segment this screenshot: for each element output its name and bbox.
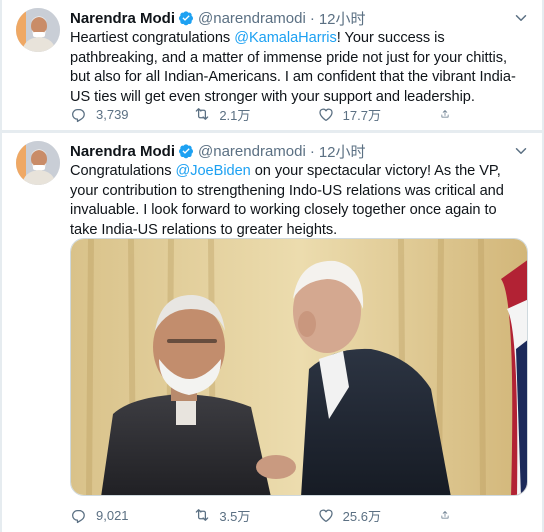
author-name[interactable]: Narendra Modi (70, 10, 175, 27)
mention-link[interactable]: @JoeBiden (175, 163, 250, 179)
share-icon (441, 511, 449, 519)
chevron-down-icon[interactable] (512, 9, 530, 27)
tweet-text-part: Heartiest congratulations (70, 30, 235, 46)
reply-button[interactable]: 9,021 (70, 506, 160, 524)
reply-count: 9,021 (96, 507, 129, 523)
timestamp[interactable]: 12小时 (319, 141, 366, 162)
separator: · (309, 9, 315, 27)
retweet-button[interactable]: 2.1万 (193, 105, 283, 124)
tweet-header: Narendra Modi @narendramodi · 12小时 (70, 141, 526, 161)
reply-count: 3,739 (96, 106, 129, 122)
separator: · (309, 142, 315, 160)
tweet-header: Narendra Modi @narendramodi · 12小时 (70, 8, 526, 28)
avatar[interactable] (16, 141, 60, 185)
tweet-card[interactable]: Narendra Modi @narendramodi · 12小时 Congr… (2, 133, 542, 532)
verified-badge-icon (179, 144, 194, 159)
verified-badge-icon (179, 11, 194, 26)
retweet-button[interactable]: 3.5万 (193, 506, 283, 525)
like-count: 25.6万 (342, 508, 381, 524)
like-button[interactable]: 25.6万 (317, 506, 407, 525)
like-button[interactable]: 17.7万 (317, 105, 407, 124)
retweet-count: 2.1万 (219, 107, 251, 123)
author-handle[interactable]: @narendramodi (198, 10, 306, 27)
reply-button[interactable]: 3,739 (70, 105, 160, 123)
tweet-actions: 3,739 2.1万 17.7万 (70, 104, 458, 124)
retweet-count: 3.5万 (219, 508, 251, 524)
heart-icon (319, 108, 333, 122)
reply-icon (72, 510, 85, 524)
share-icon (441, 110, 449, 118)
author-handle[interactable]: @narendramodi (198, 143, 306, 160)
author-name[interactable]: Narendra Modi (70, 143, 175, 160)
tweet-card[interactable]: Narendra Modi @narendramodi · 12小时 Heart… (2, 0, 542, 130)
timestamp[interactable]: 12小时 (319, 8, 366, 29)
tweet-actions: 9,021 3.5万 25.6万 (70, 505, 458, 525)
reply-icon (72, 109, 85, 123)
share-button[interactable] (440, 105, 458, 123)
retweet-icon (196, 108, 209, 120)
chevron-down-icon[interactable] (512, 142, 530, 160)
share-button[interactable] (440, 506, 458, 524)
heart-icon (319, 509, 333, 523)
like-count: 17.7万 (342, 107, 381, 123)
mention-link[interactable]: @KamalaHarris (234, 30, 337, 46)
tweet-text: Heartiest congratulations @KamalaHarris!… (70, 29, 526, 107)
tweet-text-part: Congratulations (70, 163, 176, 179)
avatar[interactable] (16, 8, 60, 52)
retweet-icon (196, 509, 209, 521)
tweet-text: Congratulations @JoeBiden on your specta… (70, 162, 526, 240)
tweet-photo[interactable] (70, 238, 528, 496)
